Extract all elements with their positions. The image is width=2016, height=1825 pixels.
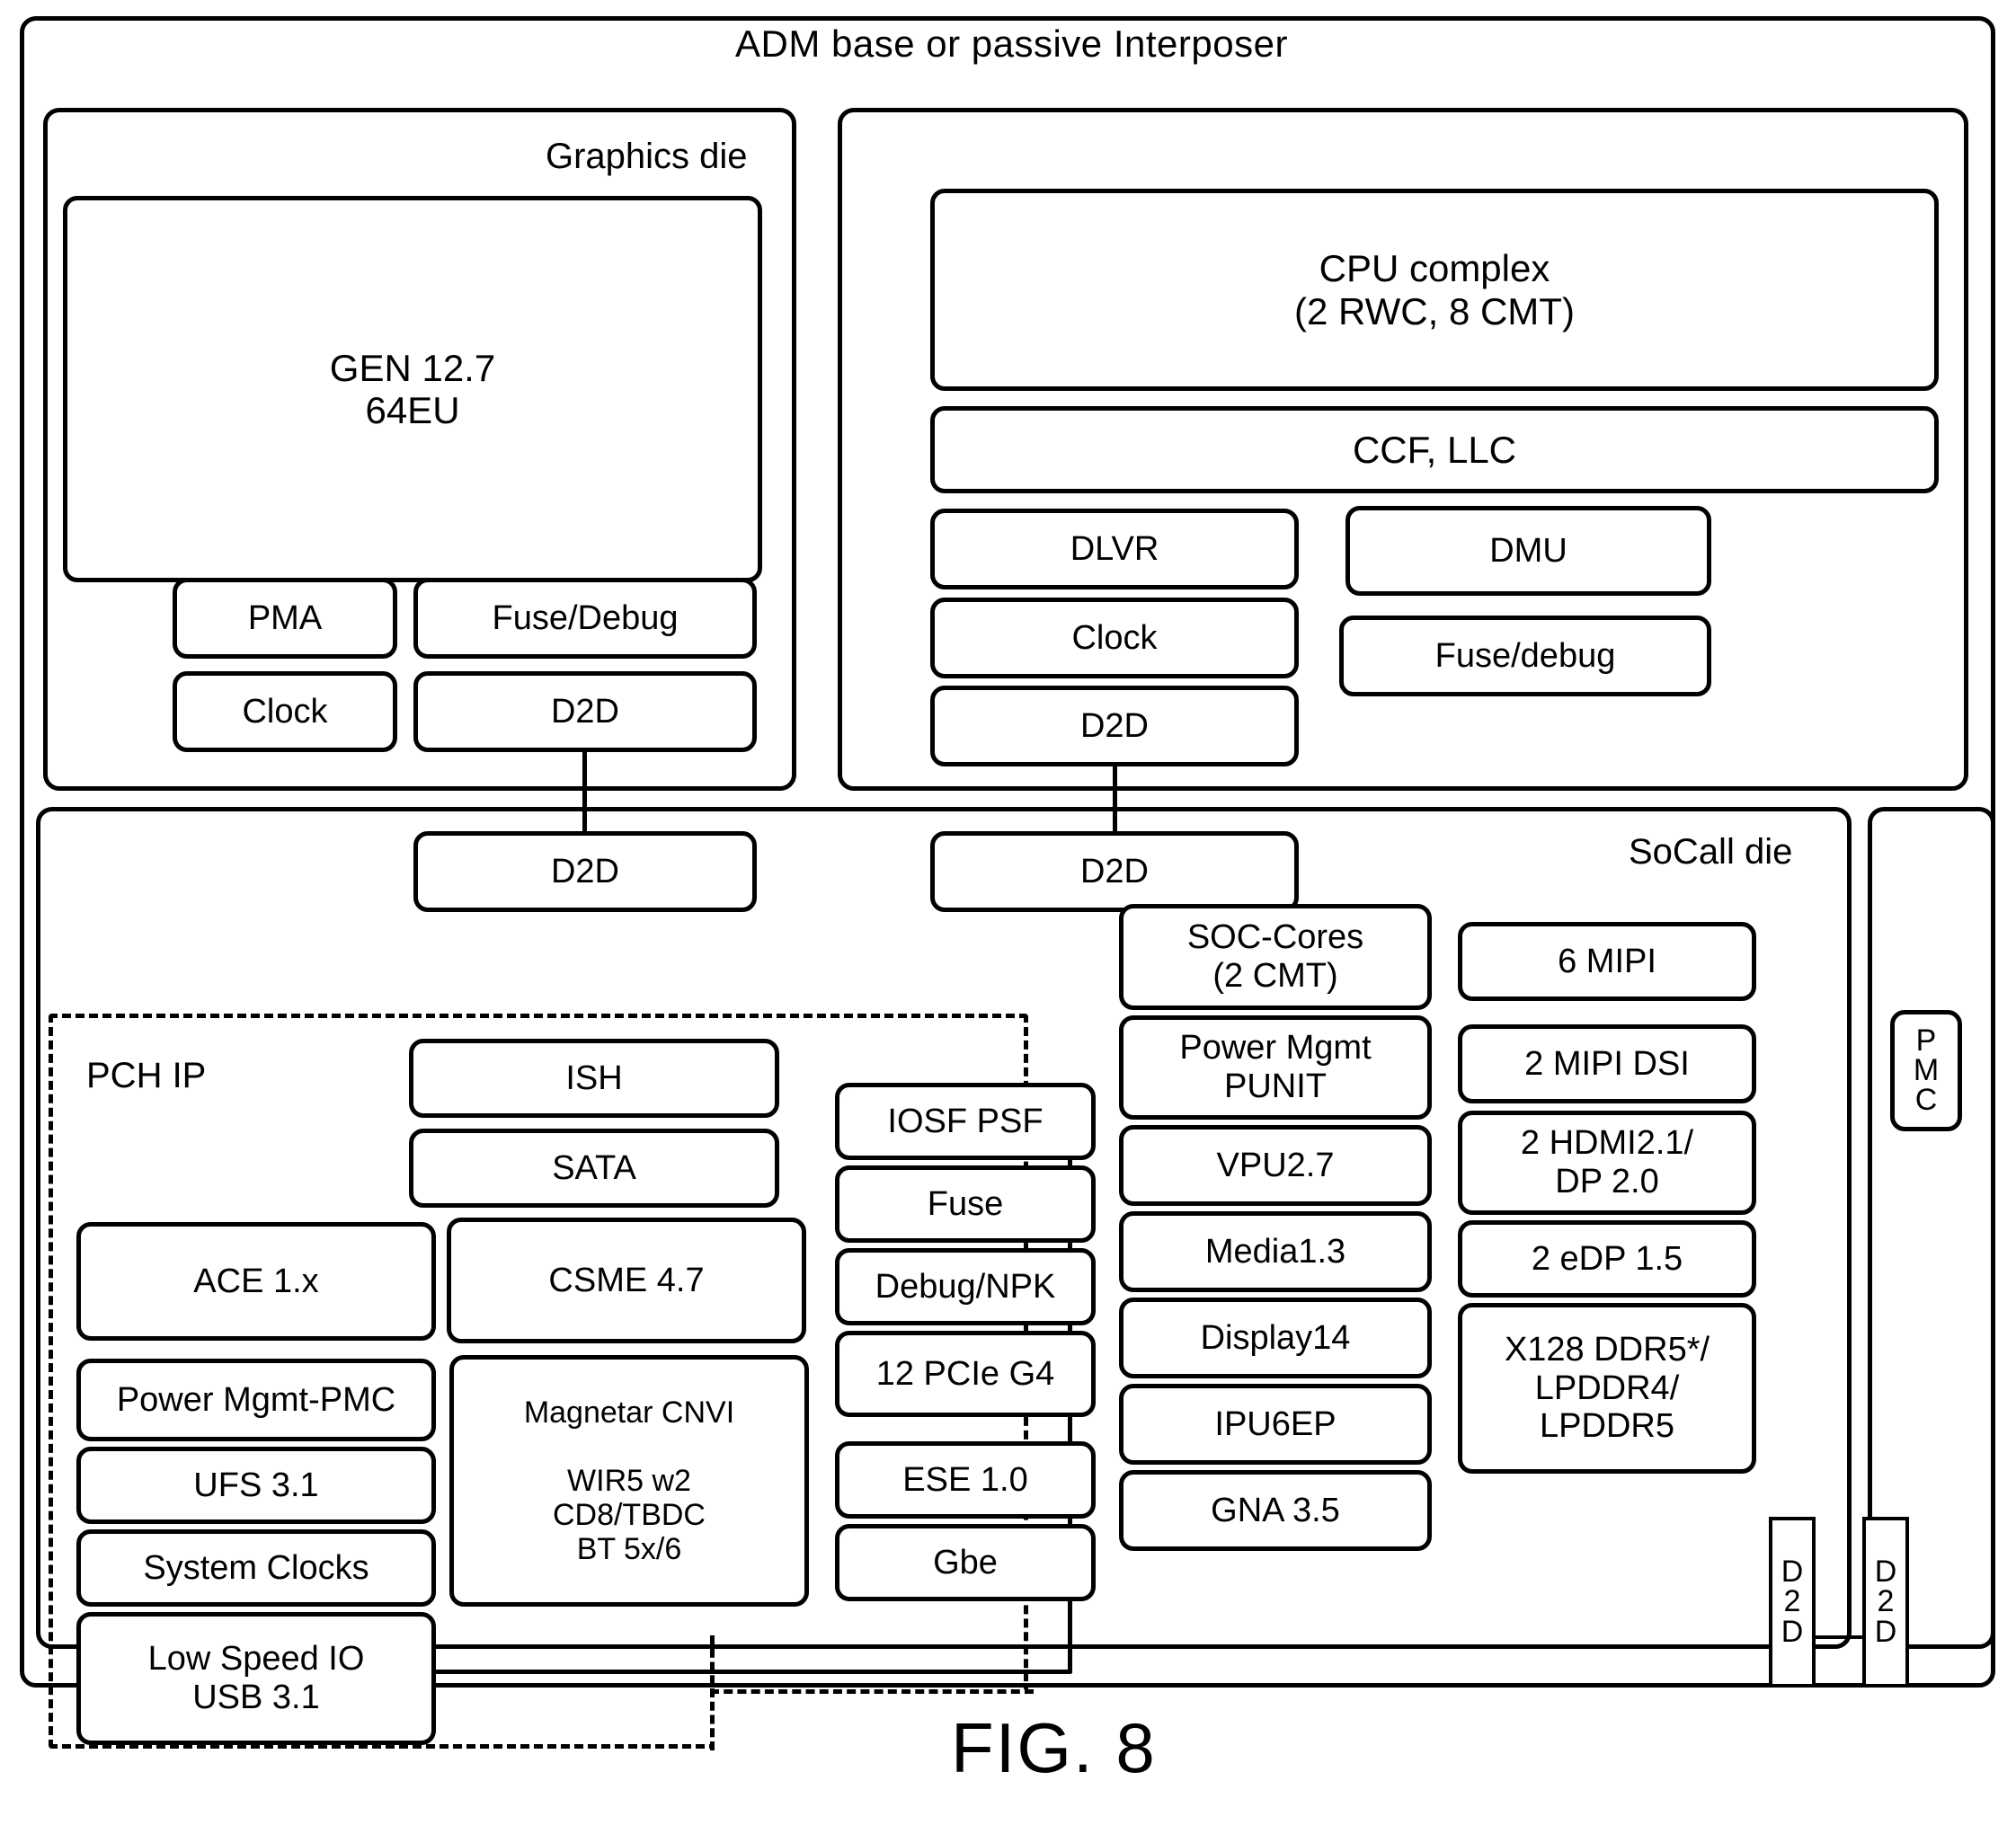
pch-block-sata: SATA xyxy=(409,1129,779,1208)
soc-block-pmc: P M C xyxy=(1890,1010,1962,1131)
graphics-gen-block: GEN 12.7 64EU xyxy=(63,196,762,582)
graphics-block-pma: PMA xyxy=(173,578,397,659)
soc-block-media: Media1.3 xyxy=(1119,1211,1432,1292)
graphics-block-fuse-debug: Fuse/Debug xyxy=(413,578,757,659)
cpu-block-dlvr: DLVR xyxy=(930,509,1299,589)
pch-ip-label: PCH IP xyxy=(86,1056,207,1095)
pch-block-magnetar-cnvi: Magnetar CNVI WIR5 w2 CD8/TBDC BT 5x/6 xyxy=(449,1355,809,1607)
connector-graphics-d2d xyxy=(582,752,587,833)
soc-block-gbe: Gbe xyxy=(835,1524,1096,1601)
soc-block-display: Display14 xyxy=(1119,1298,1432,1378)
pch-ip-notch-edge-h xyxy=(710,1689,1034,1694)
figure-caption: FIG. 8 xyxy=(951,1708,1157,1787)
soc-d2d-vertical-right: D 2 D xyxy=(1862,1517,1909,1688)
package-label: ADM base or passive Interposer xyxy=(735,22,1288,65)
soc-d2d-cpu: D2D xyxy=(930,831,1299,912)
pch-block-ufs: UFS 3.1 xyxy=(76,1447,436,1524)
pch-block-system-clocks: System Clocks xyxy=(76,1529,436,1607)
soc-block-pcie: 12 PCIe G4 xyxy=(835,1331,1096,1417)
soc-block-power-mgmt-punit: Power Mgmt PUNIT xyxy=(1119,1015,1432,1120)
soc-block-ese: ESE 1.0 xyxy=(835,1441,1096,1519)
soc-block-soc-cores: SOC-Cores (2 CMT) xyxy=(1119,904,1432,1010)
soc-block-gna: GNA 3.5 xyxy=(1119,1470,1432,1551)
patent-figure-8: ADM base or passive Interposer Graphics … xyxy=(0,0,2016,1825)
pch-block-ish: ISH xyxy=(409,1039,779,1118)
pch-block-csme: CSME 4.7 xyxy=(447,1218,806,1343)
soc-d2d-vertical-left: D 2 D xyxy=(1769,1517,1816,1688)
pch-block-ace: ACE 1.x xyxy=(76,1222,436,1341)
graphics-block-clock: Clock xyxy=(173,671,397,752)
soc-block-mipi: 6 MIPI xyxy=(1458,922,1756,1001)
cpu-complex-block: CPU complex (2 RWC, 8 CMT) xyxy=(930,189,1939,391)
connector-vertical-d2d-link xyxy=(1814,1635,1864,1639)
soc-block-debug-npk: Debug/NPK xyxy=(835,1248,1096,1325)
pch-ip-notch-edge-v xyxy=(710,1635,715,1750)
connector-cpu-d2d xyxy=(1113,766,1117,833)
soc-block-ipu: IPU6EP xyxy=(1119,1384,1432,1465)
cpu-block-d2d: D2D xyxy=(930,686,1299,766)
cpu-ccf-llc-block: CCF, LLC xyxy=(930,406,1939,493)
connector-low-speed-io xyxy=(433,1670,1071,1674)
soc-block-iosf-psf: IOSF PSF xyxy=(835,1083,1096,1160)
graphics-die-label: Graphics die xyxy=(546,137,748,176)
soc-d2d-graphics: D2D xyxy=(413,831,757,912)
soc-die-label: SoCall die xyxy=(1629,832,1793,872)
soc-block-edp: 2 eDP 1.5 xyxy=(1458,1220,1756,1298)
cpu-block-fuse-debug: Fuse/debug xyxy=(1339,616,1711,696)
pch-block-power-mgmt-pmc: Power Mgmt-PMC xyxy=(76,1359,436,1441)
soc-block-hdmi-dp: 2 HDMI2.1/ DP 2.0 xyxy=(1458,1111,1756,1215)
soc-block-vpu: VPU2.7 xyxy=(1119,1125,1432,1206)
graphics-block-d2d: D2D xyxy=(413,671,757,752)
soc-block-mipi-dsi: 2 MIPI DSI xyxy=(1458,1024,1756,1103)
soc-block-ddr: X128 DDR5*/ LPDDR4/ LPDDR5 xyxy=(1458,1303,1756,1474)
cpu-block-dmu: DMU xyxy=(1345,506,1711,596)
soc-block-fuse: Fuse xyxy=(835,1165,1096,1243)
cpu-block-clock: Clock xyxy=(930,598,1299,678)
pch-block-low-speed-io: Low Speed IO USB 3.1 xyxy=(76,1612,436,1745)
